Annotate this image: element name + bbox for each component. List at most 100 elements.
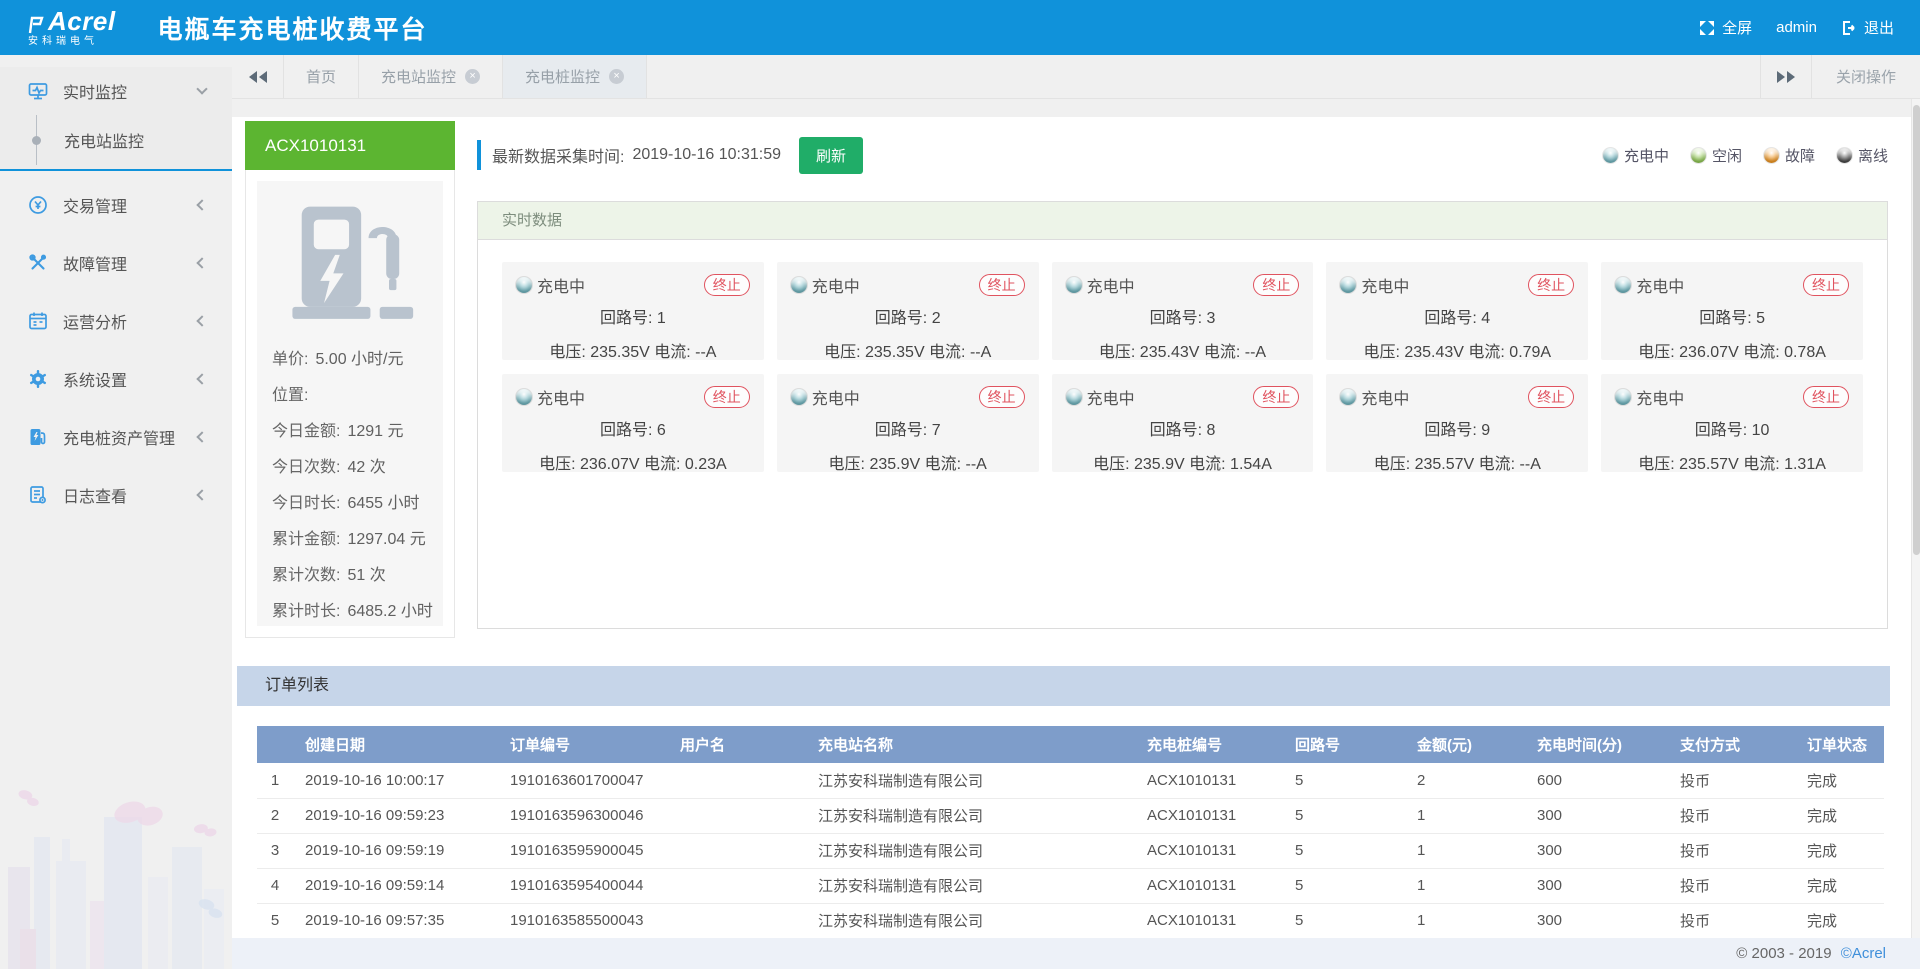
- station-stat: 今日次数:42 次: [272, 453, 428, 477]
- circuit-cards: 充电中终止回路号: 1电压: 235.35V 电流: --A充电中终止回路号: …: [478, 240, 1887, 494]
- tab-label: 充电站监控: [381, 66, 456, 87]
- stop-button[interactable]: 终止: [979, 386, 1025, 408]
- circuit-number: 回路号: 6: [516, 416, 750, 440]
- realtime-panel: 实时数据 充电中终止回路号: 1电压: 235.35V 电流: --A充电中终止…: [477, 201, 1888, 629]
- charging-status-icon: [1615, 277, 1631, 293]
- row-index: 2: [257, 798, 293, 833]
- accent-bar: [477, 140, 481, 170]
- stat-label: 累计时长:: [272, 603, 340, 620]
- stop-button[interactable]: 终止: [1253, 274, 1299, 296]
- sidebar-item[interactable]: 交易管理: [0, 181, 232, 229]
- table-cell: ACX1010131: [1135, 833, 1283, 868]
- close-operations-button[interactable]: 关闭操作: [1812, 55, 1920, 98]
- row-index: 4: [257, 868, 293, 903]
- stop-button[interactable]: 终止: [1803, 274, 1849, 296]
- circuit-card: 充电中终止回路号: 8电压: 235.9V 电流: 1.54A: [1052, 374, 1314, 472]
- circuit-number: 回路号: 1: [516, 304, 750, 328]
- close-icon[interactable]: ×: [609, 69, 624, 84]
- column-header: 支付方式: [1668, 726, 1795, 763]
- column-header: 订单状态: [1795, 726, 1884, 763]
- legend-item: 充电中: [1603, 145, 1669, 166]
- sidebar-item-label: 故障管理: [63, 251, 198, 275]
- logout-button[interactable]: 退出: [1841, 17, 1894, 38]
- table-cell: ACX1010131: [1135, 763, 1283, 798]
- vertical-scrollbar[interactable]: [1911, 99, 1920, 938]
- stat-value: 42 次: [347, 459, 385, 476]
- acrel-logo: Acrel 安科瑞电气: [28, 8, 116, 47]
- table-cell: [668, 763, 806, 798]
- realtime-panel-title: 实时数据: [478, 202, 1887, 240]
- circuit-number: 回路号: 8: [1066, 416, 1300, 440]
- status-circle-icon: [1691, 148, 1706, 163]
- table-row[interactable]: 32019-10-16 09:59:191910163595900045江苏安科…: [257, 833, 1884, 868]
- table-cell: 完成: [1795, 763, 1884, 798]
- sidebar-subitem[interactable]: 充电站监控: [0, 115, 232, 165]
- fullscreen-icon: [1699, 20, 1715, 36]
- table-row[interactable]: 42019-10-16 09:59:141910163595400044江苏安科…: [257, 868, 1884, 903]
- sidebar-item[interactable]: 充电桩资产管理: [0, 413, 232, 461]
- table-row[interactable]: 12019-10-16 10:00:171910163601700047江苏安科…: [257, 763, 1884, 798]
- brand-link[interactable]: ©Acrel: [1841, 945, 1886, 962]
- sidebar-item[interactable]: 系统设置: [0, 355, 232, 403]
- sidebar-subitem-label: 充电站监控: [64, 128, 144, 152]
- column-header: 订单编号: [498, 726, 668, 763]
- tab-item[interactable]: 充电站监控 ×: [359, 55, 503, 98]
- stop-button[interactable]: 终止: [1253, 386, 1299, 408]
- column-header-index: [257, 726, 293, 763]
- table-row[interactable]: 52019-10-16 09:57:351910163585500043江苏安科…: [257, 903, 1884, 938]
- circuit-status-row: 充电中终止: [516, 385, 750, 409]
- analysis-icon: [28, 311, 48, 331]
- charging-status-icon: [516, 389, 532, 405]
- table-cell: 2019-10-16 10:00:17: [293, 763, 498, 798]
- tabs-scroll-left-button[interactable]: [232, 55, 284, 98]
- circuit-status-label: 充电中: [1087, 385, 1135, 409]
- table-cell: 1: [1405, 868, 1525, 903]
- double-left-arrow-icon: [249, 71, 257, 83]
- stop-button[interactable]: 终止: [1528, 274, 1574, 296]
- circuit-status-row: 充电中终止: [1066, 273, 1300, 297]
- stop-button[interactable]: 终止: [979, 274, 1025, 296]
- circuit-number: 回路号: 4: [1340, 304, 1574, 328]
- sidebar-item[interactable]: 实时监控: [0, 67, 232, 115]
- tab-item[interactable]: 首页: [284, 55, 359, 98]
- charging-status-icon: [1066, 277, 1082, 293]
- open-tabs: 首页充电站监控×充电桩监控×: [284, 55, 647, 98]
- tabs-scroll-right-button[interactable]: [1760, 55, 1812, 98]
- circuit-readings: 电压: 235.35V 电流: --A: [791, 338, 1025, 362]
- sidebar-item-label: 交易管理: [63, 193, 198, 217]
- fullscreen-button[interactable]: 全屏: [1699, 17, 1752, 38]
- circuit-card: 充电中终止回路号: 3电压: 235.43V 电流: --A: [1052, 262, 1314, 360]
- sidebar-item[interactable]: 日志查看: [0, 471, 232, 519]
- circuit-card: 充电中终止回路号: 10电压: 235.57V 电流: 1.31A: [1601, 374, 1863, 472]
- charging-pile-icon: [274, 201, 426, 331]
- refresh-button[interactable]: 刷新: [799, 137, 863, 174]
- scrollbar-thumb[interactable]: [1913, 105, 1920, 555]
- circuit-readings: 电压: 236.07V 电流: 0.23A: [516, 450, 750, 474]
- sidebar-item[interactable]: 故障管理: [0, 239, 232, 287]
- column-header: 金额(元): [1405, 726, 1525, 763]
- stop-button[interactable]: 终止: [1528, 386, 1574, 408]
- user-menu[interactable]: admin: [1776, 19, 1817, 36]
- sidebar-group: 交易管理: [0, 181, 232, 229]
- chevron-down-icon: [196, 83, 207, 94]
- table-row[interactable]: 22019-10-16 09:59:231910163596300046江苏安科…: [257, 798, 1884, 833]
- acrel-flag-icon: [28, 16, 44, 34]
- settings-icon: [28, 369, 48, 389]
- station-stat: 位置:: [272, 381, 428, 405]
- status-circle-icon: [1837, 148, 1852, 163]
- sidebar-item[interactable]: 运营分析: [0, 297, 232, 345]
- row-index: 5: [257, 903, 293, 938]
- charging-status-icon: [791, 389, 807, 405]
- tab-active[interactable]: 充电桩监控×: [503, 55, 647, 98]
- column-header: 用户名: [668, 726, 806, 763]
- stop-button[interactable]: 终止: [704, 274, 750, 296]
- collect-time-label: 最新数据采集时间:: [492, 143, 624, 167]
- main-content: ACX1010131: [232, 99, 1920, 969]
- close-icon[interactable]: ×: [465, 69, 480, 84]
- legend-label: 空闲: [1712, 145, 1742, 166]
- stop-button[interactable]: 终止: [704, 386, 750, 408]
- stop-button[interactable]: 终止: [1803, 386, 1849, 408]
- circuit-number: 回路号: 10: [1615, 416, 1849, 440]
- orders-panel: 订单列表 创建日期订单编号用户名充电站名称充电桩编号回路号金额(元)充电时间(分…: [237, 666, 1890, 938]
- stat-label: 单价:: [272, 351, 308, 368]
